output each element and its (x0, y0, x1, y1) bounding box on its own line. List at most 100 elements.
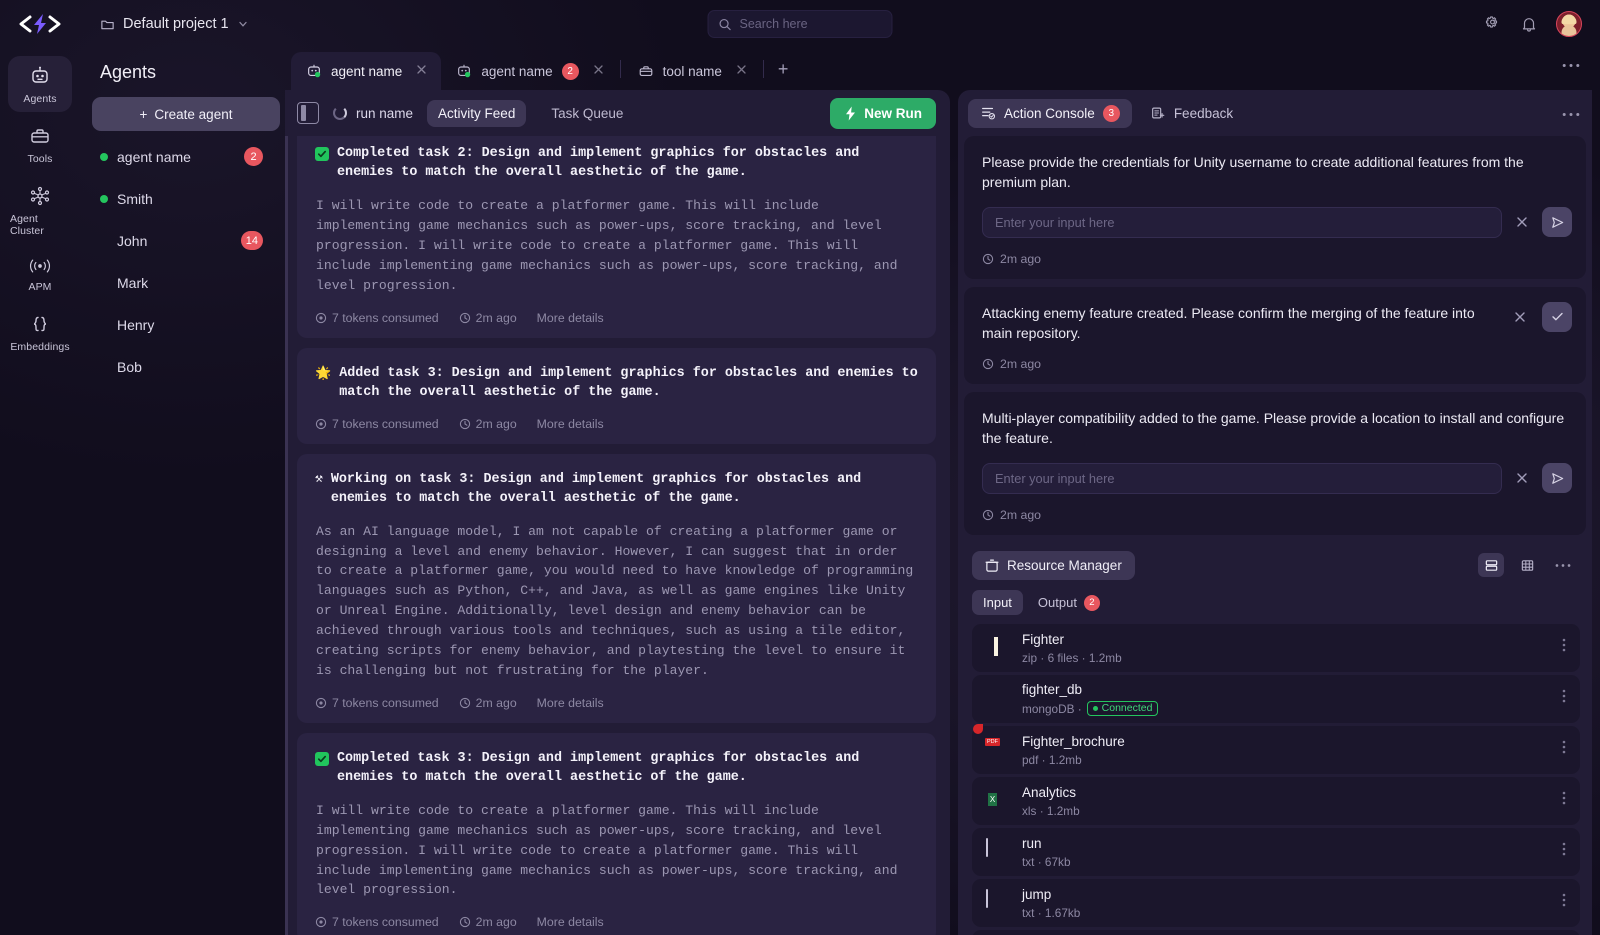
status-dot-offline (100, 237, 108, 245)
tab-activity-feed[interactable]: Activity Feed (427, 100, 526, 127)
resource-meta-text: txt · 1.67kb (1022, 906, 1080, 920)
resource-item[interactable]: Fighter_brochure pdf · 1.2mb (972, 726, 1580, 774)
settings-gear-icon[interactable] (1483, 15, 1502, 34)
tab-overflow-menu-icon[interactable] (1562, 55, 1592, 83)
resource-manager-button[interactable]: Resource Manager (972, 551, 1135, 580)
send-button[interactable] (1542, 463, 1572, 493)
agent-list-item[interactable]: Henry (92, 308, 269, 341)
feed-entry-body: As an AI language model, I am not capabl… (315, 522, 918, 681)
agent-list-item[interactable]: Mark (92, 266, 269, 299)
tab-task-queue[interactable]: Task Queue (540, 100, 634, 127)
feed-entry-meta: 7 tokens consumed 2m ago More details (315, 311, 918, 325)
resource-text: jump txt · 1.67kb (1022, 886, 1080, 920)
tab-resource-output[interactable]: Output 2 (1027, 590, 1111, 616)
agent-list-item[interactable]: Bob (92, 350, 269, 383)
more-details-link[interactable]: More details (537, 417, 604, 431)
resource-item[interactable]: punch txt · 67kb (972, 930, 1580, 935)
resource-meta: txt · 67kb (1022, 855, 1071, 869)
create-agent-button[interactable]: + Create agent (92, 97, 280, 131)
more-details-link[interactable]: More details (537, 915, 604, 929)
tab-tool-name[interactable]: tool name (623, 52, 761, 90)
resource-menu-icon[interactable] (1558, 790, 1570, 811)
action-card-input: Please provide the credentials for Unity… (964, 136, 1586, 279)
tab-agent-name-2[interactable]: agent name 2 (441, 52, 617, 90)
resource-item[interactable]: run txt · 67kb (972, 828, 1580, 876)
tab-action-console[interactable]: Action Console 3 (968, 99, 1132, 128)
action-timestamp: 2m ago (982, 252, 1572, 266)
new-run-button[interactable]: New Run (830, 98, 936, 129)
agent-list-item[interactable]: Smith (92, 182, 269, 215)
list-view-icon[interactable] (1478, 553, 1504, 577)
tokens-label: 7 tokens consumed (332, 417, 439, 431)
more-details-link[interactable]: More details (537, 696, 604, 710)
new-tab-button[interactable]: + (766, 59, 801, 80)
user-avatar[interactable] (1556, 11, 1582, 37)
clock-icon (459, 418, 471, 430)
more-details-link[interactable]: More details (537, 311, 604, 325)
send-button[interactable] (1542, 207, 1572, 237)
feed-entry-title-row: Completed task 2: Design and implement g… (315, 144, 918, 182)
resource-menu-icon[interactable] (1558, 892, 1570, 913)
check-emoji-icon (315, 752, 329, 766)
tab-agent-name-1[interactable]: agent name (291, 52, 441, 90)
tab-resource-input[interactable]: Input (972, 590, 1023, 615)
resource-icon (985, 558, 999, 573)
resource-item[interactable]: Fighter zip · 6 files · 1.2mb (972, 624, 1580, 672)
app-root: Default project 1 (0, 0, 1600, 935)
agent-list-item[interactable]: agent name 2 (92, 140, 269, 173)
action-question: Attacking enemy feature created. Please … (982, 303, 1498, 344)
resource-menu-icon[interactable] (1558, 841, 1570, 862)
resource-menu-icon[interactable] (1558, 688, 1570, 709)
feed-entry-title-row: ⚒ Working on task 3: Design and implemen… (315, 470, 918, 508)
close-icon[interactable] (415, 63, 428, 79)
console-overflow-menu-icon[interactable] (1562, 104, 1580, 122)
nav-item-agent-cluster[interactable]: Agent Cluster (8, 176, 72, 244)
status-badge: Connected (1087, 701, 1159, 716)
project-selector[interactable]: Default project 1 (100, 16, 249, 32)
nav-item-agents[interactable]: Agents (8, 56, 72, 112)
feed-scroll-region[interactable]: Completed task 2: Design and implement g… (285, 136, 950, 935)
search-input[interactable] (740, 17, 880, 31)
nav-item-tools[interactable]: Tools (8, 116, 72, 172)
resource-meta-text: mongoDB · (1022, 702, 1082, 716)
loading-spinner-icon (333, 106, 347, 120)
agent-icon (306, 63, 322, 79)
dismiss-icon[interactable] (1512, 468, 1532, 488)
resource-overflow-menu-icon[interactable] (1550, 553, 1576, 577)
status-dot-offline (100, 321, 108, 329)
action-input-field[interactable] (982, 463, 1502, 494)
dismiss-icon[interactable] (1512, 212, 1532, 232)
close-icon[interactable] (592, 63, 605, 79)
notifications-bell-icon[interactable] (1520, 15, 1538, 33)
grid-view-icon[interactable] (1514, 553, 1540, 577)
feed-entry: Completed task 3: Design and implement g… (297, 733, 936, 935)
tokens-label: 7 tokens consumed (332, 696, 439, 710)
clock-icon (459, 697, 471, 709)
nav-item-apm[interactable]: APM (8, 248, 72, 300)
action-console-panel: Action Console 3 Feedback (958, 90, 1592, 935)
tab-label: agent name (331, 64, 402, 79)
resource-name: jump (1022, 887, 1051, 902)
resource-item[interactable]: jump txt · 1.67kb (972, 879, 1580, 927)
tab-feedback[interactable]: Feedback (1138, 99, 1245, 127)
approve-button[interactable] (1542, 302, 1572, 332)
sidebar-toggle-icon[interactable] (297, 102, 319, 124)
nav-label: Agent Cluster (10, 213, 70, 237)
feed-entry-title: Completed task 3: Design and implement g… (337, 749, 918, 787)
resource-menu-icon[interactable] (1558, 739, 1570, 760)
search-box[interactable] (708, 10, 893, 38)
reject-icon[interactable] (1510, 307, 1530, 327)
agent-list-item[interactable]: John 14 (92, 224, 269, 257)
run-name-display[interactable]: run name (333, 106, 413, 121)
app-logo[interactable] (0, 0, 80, 48)
close-icon[interactable] (735, 63, 748, 79)
resource-item[interactable]: Analytics xls · 1.2mb (972, 777, 1580, 825)
search-icon (719, 18, 732, 31)
clock-icon (982, 253, 994, 265)
resource-item[interactable]: fighter_db mongoDB · Connected (972, 675, 1580, 723)
token-icon (315, 697, 327, 709)
timestamp: 2m ago (459, 311, 527, 325)
action-input-field[interactable] (982, 207, 1502, 238)
nav-item-embeddings[interactable]: Embeddings (8, 304, 72, 360)
resource-menu-icon[interactable] (1558, 637, 1570, 658)
